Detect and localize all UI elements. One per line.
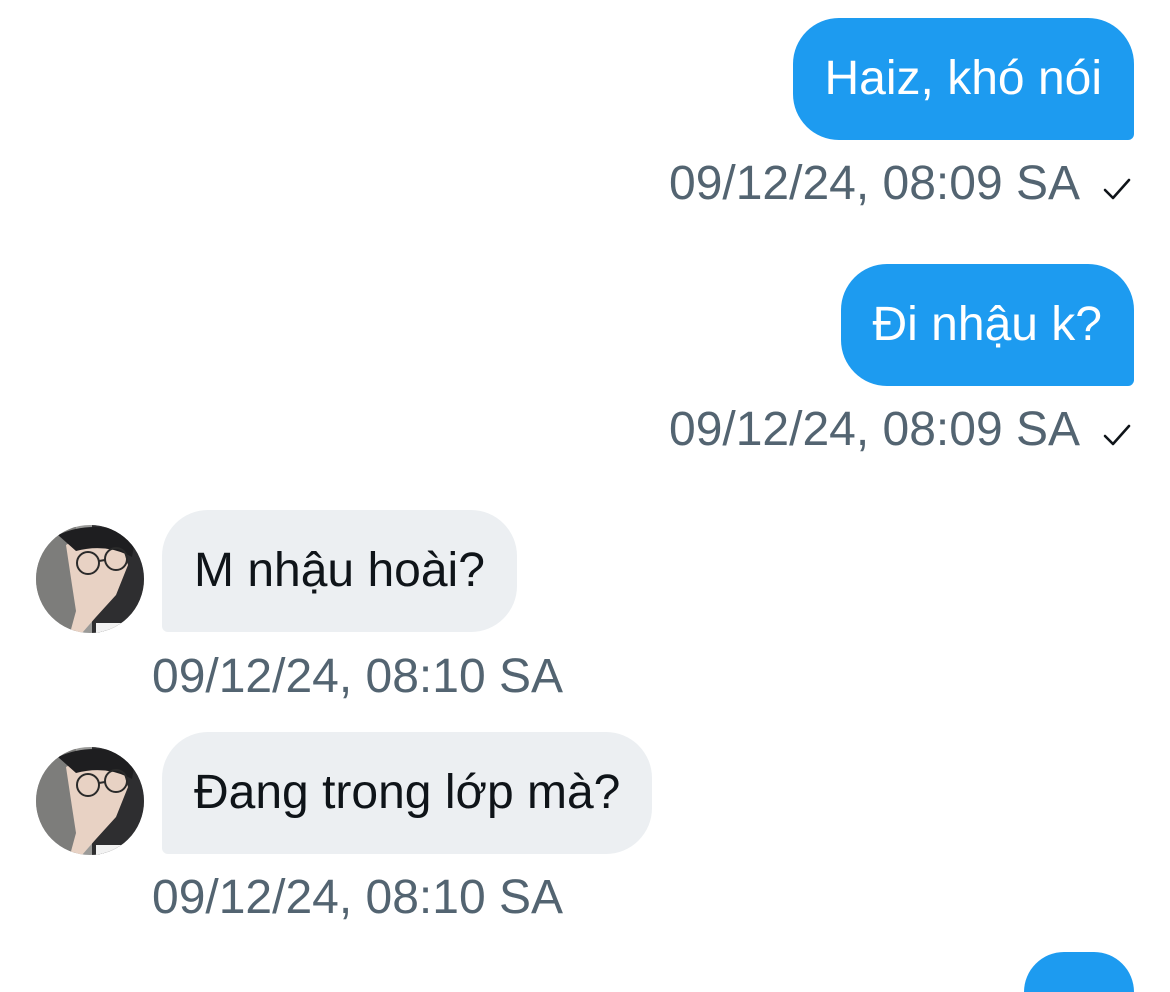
- checkmark-icon: [1100, 413, 1134, 447]
- message-timestamp: 09/12/24, 08:09 SA: [669, 157, 1080, 210]
- avatar[interactable]: [36, 525, 144, 633]
- message-meta: 09/12/24, 08:09 SA: [669, 406, 1134, 454]
- message-text: Đang trong lớp mà?: [194, 766, 621, 819]
- checkmark-icon: [1100, 167, 1134, 201]
- message-text: Haiz, khó nói: [824, 52, 1102, 105]
- outgoing-message-bubble-partial[interactable]: [1024, 952, 1134, 992]
- message-timestamp: 09/12/24, 08:09 SA: [669, 403, 1080, 456]
- outgoing-message-bubble[interactable]: Đi nhậu k?: [840, 264, 1134, 386]
- incoming-message-bubble[interactable]: Đang trong lớp mà?: [162, 732, 653, 854]
- message-timestamp: 09/12/24, 08:10 SA: [152, 871, 563, 924]
- message-meta: 09/12/24, 08:09 SA: [669, 160, 1134, 208]
- outgoing-message-bubble[interactable]: Haiz, khó nói: [792, 18, 1134, 140]
- message-timestamp: 09/12/24, 08:10 SA: [152, 650, 563, 703]
- avatar[interactable]: [36, 747, 144, 855]
- incoming-message-bubble[interactable]: M nhậu hoài?: [162, 510, 517, 632]
- message-text: Đi nhậu k?: [872, 298, 1102, 351]
- message-text: M nhậu hoài?: [194, 544, 485, 597]
- message-thread: Haiz, khó nói 09/12/24, 08:09 SA Đi nhậu…: [0, 0, 1170, 992]
